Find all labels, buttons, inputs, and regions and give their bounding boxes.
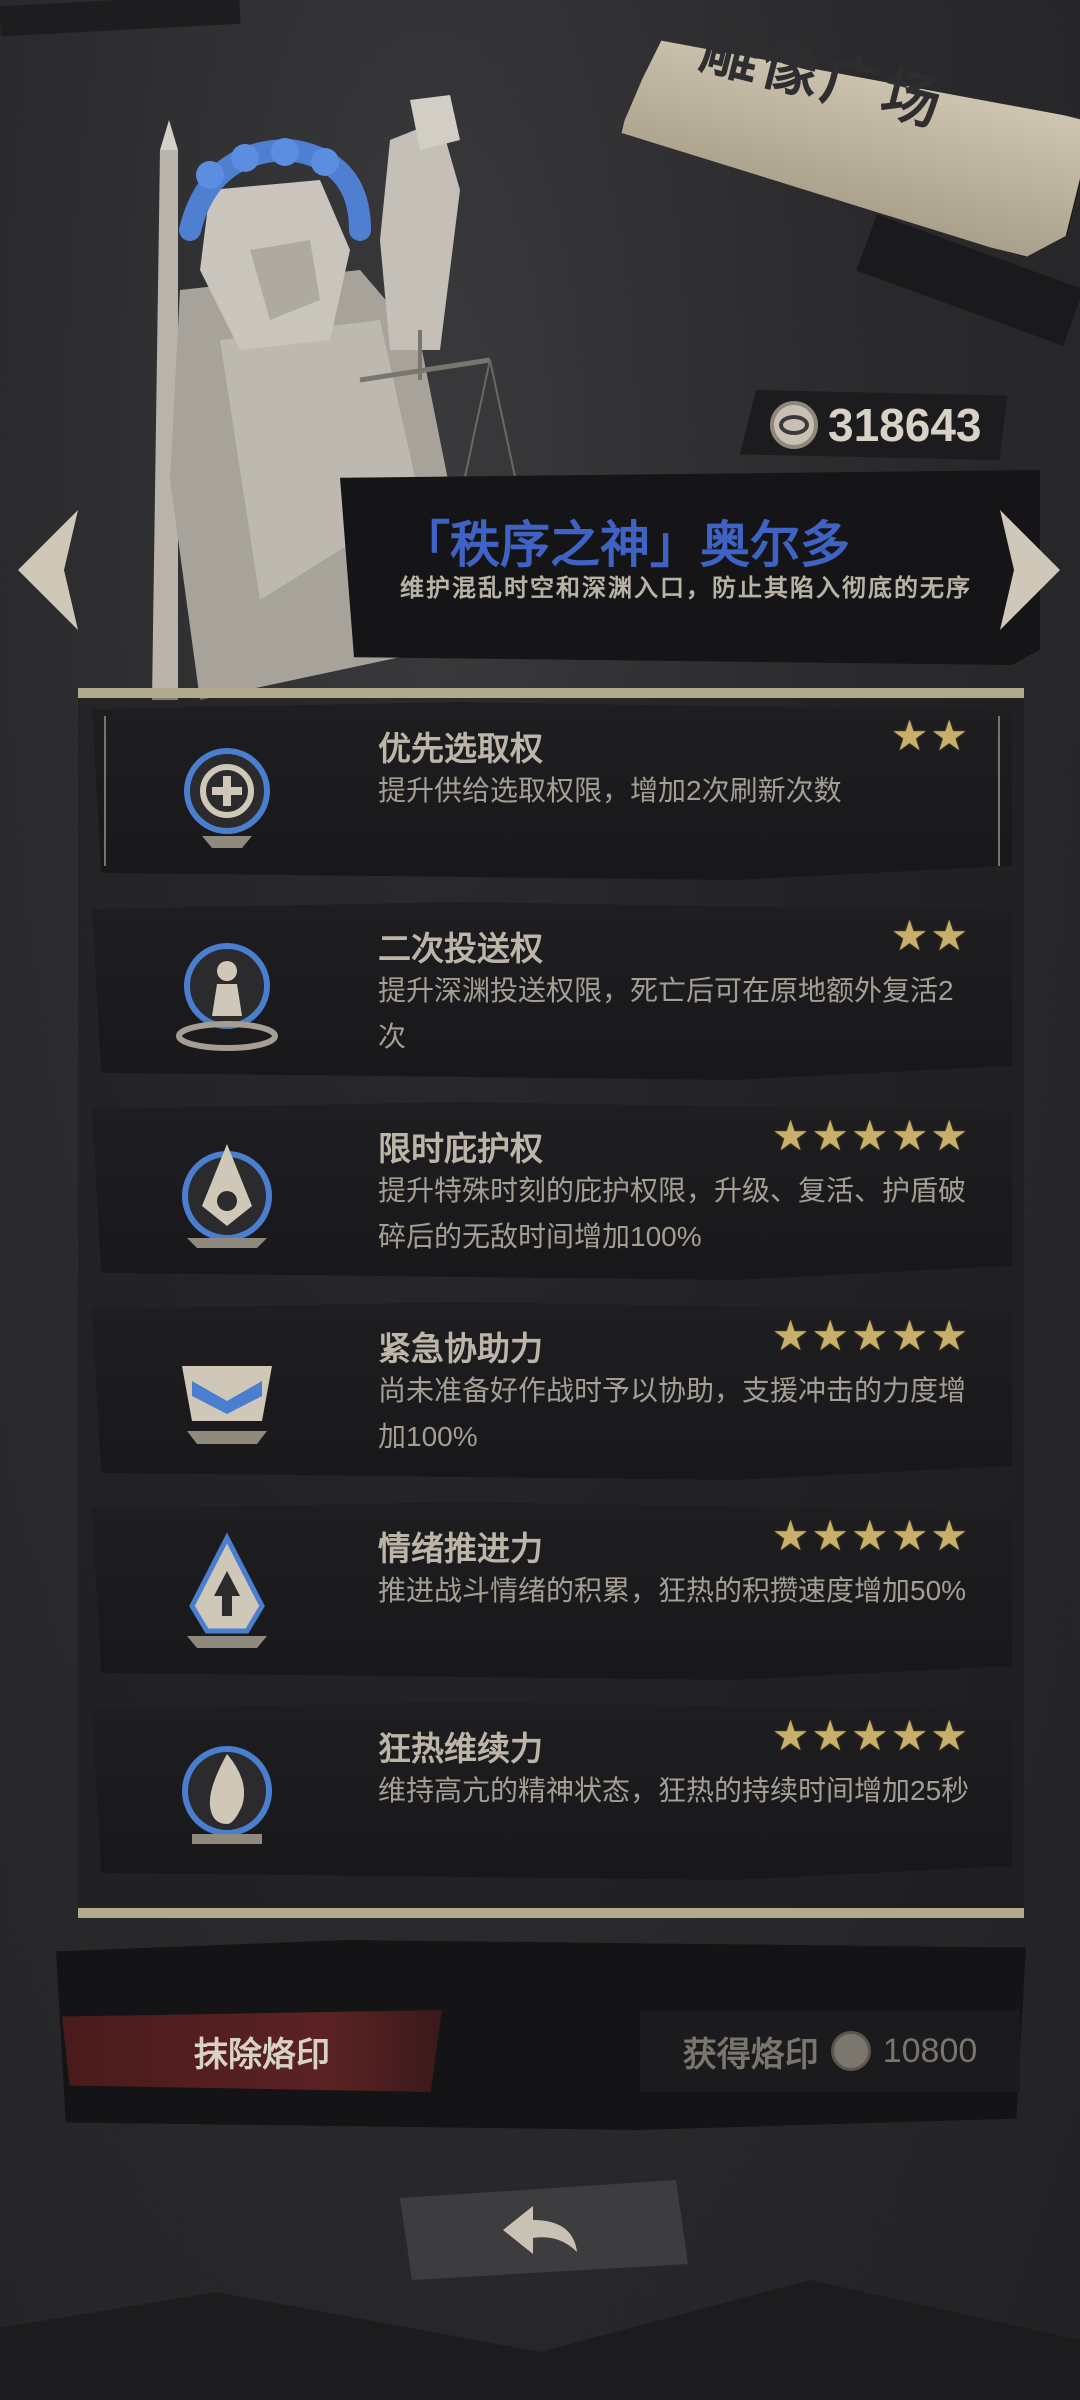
currency-value: 318643 <box>828 399 982 451</box>
back-button[interactable] <box>400 2180 688 2280</box>
skill-row[interactable]: 情绪推进力 推进战斗情绪的积累，狂热的积攒速度增加50% ★ ★ ★ ★ ★ <box>92 1502 1012 1680</box>
currency-display: 318643 <box>740 390 1008 460</box>
star-icon: ★ <box>930 1112 968 1159</box>
flame-shield-icon <box>182 1144 272 1248</box>
star-icon: ★ <box>930 712 968 759</box>
star-icon: ★ <box>890 912 929 959</box>
skill-name: 紧急协助力 <box>378 1330 543 1367</box>
star-icon: ★ <box>890 1712 929 1759</box>
skill-description: 提升特殊时刻的庇护权限，升级、复活、护盾破碎后的无敌时间增加100% <box>378 1175 967 1252</box>
skill-row[interactable]: 限时庇护权提升特殊时刻的庇护权限，升级、复活、护盾破碎后的无敌时间增加100% ★… <box>92 1102 1012 1280</box>
star-rating: ★ ★ ★ ★ ★ <box>772 1714 968 1758</box>
arrow-flame-icon <box>187 1532 267 1648</box>
star-rating: ★ ★ ★ ★ ★ <box>772 1314 968 1358</box>
skill-description: 提升深渊投送权限，死亡后可在原地额外复活2次 <box>378 975 954 1052</box>
star-icon: ★ <box>771 1512 810 1559</box>
skill-description: 维持高亢的精神状态，狂热的持续时间增加25秒 <box>378 1775 970 1806</box>
star-icon: ★ <box>930 1712 968 1759</box>
fire-ring-icon <box>182 1746 272 1844</box>
decor-shard <box>0 0 241 37</box>
star-icon: ★ <box>890 1112 929 1159</box>
skill-description: 提升供给选取权限，增加2次刷新次数 <box>378 775 842 806</box>
star-icon: ★ <box>890 1512 929 1559</box>
character-name: 「秩序之神」奥尔多 <box>400 516 850 574</box>
skill-row[interactable]: 优先选取权提升供给选取权限，增加2次刷新次数 ★ ★ <box>92 702 1012 880</box>
skill-description: 尚未准备好作战时予以协助，支援冲击的力度增加100% <box>378 1375 967 1452</box>
skill-row[interactable]: 紧急协助力 尚未准备好作战时予以协助，支援冲击的力度增加100% ★ ★ ★ ★ ★ <box>92 1302 1012 1480</box>
skill-description: 推进战斗情绪的积累，狂热的积攒速度增加50% <box>378 1575 967 1606</box>
star-icon: ★ <box>851 1112 889 1159</box>
plus-refresh-icon <box>184 748 270 848</box>
skill-name: 情绪推进力 <box>378 1530 543 1567</box>
skill-name: 限时庇护权 <box>378 1130 543 1167</box>
coin-icon <box>830 2031 871 2071</box>
star-icon: ★ <box>811 1512 850 1559</box>
star-icon: ★ <box>851 1712 889 1759</box>
angel-respawn-icon <box>176 943 278 1051</box>
star-icon: ★ <box>771 1712 810 1759</box>
obtain-mark-button[interactable]: 获得烙印 10800 <box>640 2010 1020 2092</box>
skill-name: 狂热维续力 <box>378 1730 543 1767</box>
skill-name: 优先选取权 <box>378 730 543 767</box>
obtain-mark-label: 获得烙印 <box>682 2035 819 2074</box>
star-rating: ★ ★ <box>891 714 968 758</box>
back-arrow-icon <box>503 2206 577 2254</box>
next-character-button[interactable] <box>990 500 1070 640</box>
star-icon: ★ <box>811 1312 850 1359</box>
character-description: 维护混乱时空和深渊入口，防止其陷入彻底的无序 <box>400 575 972 602</box>
handshake-icon <box>182 1366 272 1444</box>
star-rating: ★ ★ ★ ★ ★ <box>772 1114 968 1158</box>
star-icon: ★ <box>890 1312 929 1359</box>
chevron-right-icon <box>1000 510 1060 630</box>
star-icon: ★ <box>851 1312 889 1359</box>
star-icon: ★ <box>851 1512 889 1559</box>
chevron-left-icon <box>18 510 78 630</box>
star-icon: ★ <box>930 1512 968 1559</box>
skill-name: 二次投送权 <box>378 930 543 967</box>
erase-mark-button[interactable]: 抹除烙印 <box>62 2010 442 2092</box>
star-icon: ★ <box>930 1312 968 1359</box>
star-icon: ★ <box>771 1112 810 1159</box>
star-icon: ★ <box>890 712 929 759</box>
obtain-mark-cost: 10800 <box>882 2031 978 2070</box>
star-rating: ★ ★ ★ ★ ★ <box>772 1514 968 1558</box>
star-icon: ★ <box>930 912 968 959</box>
star-rating: ★ ★ <box>891 914 968 958</box>
star-icon: ★ <box>811 1712 850 1759</box>
decor-shard <box>0 2280 1080 2400</box>
prev-character-button[interactable] <box>8 500 88 640</box>
skill-row[interactable]: 狂热维续力 维持高亢的精神状态，狂热的持续时间增加25秒 ★ ★ ★ ★ ★ <box>92 1702 1012 1880</box>
skill-row[interactable]: 二次投送权提升深渊投送权限，死亡后可在原地额外复活2次 ★ ★ <box>92 902 1012 1080</box>
erase-mark-label: 抹除烙印 <box>194 2035 330 2074</box>
star-icon: ★ <box>811 1112 850 1159</box>
star-icon: ★ <box>771 1312 810 1359</box>
coin-icon <box>770 401 818 449</box>
